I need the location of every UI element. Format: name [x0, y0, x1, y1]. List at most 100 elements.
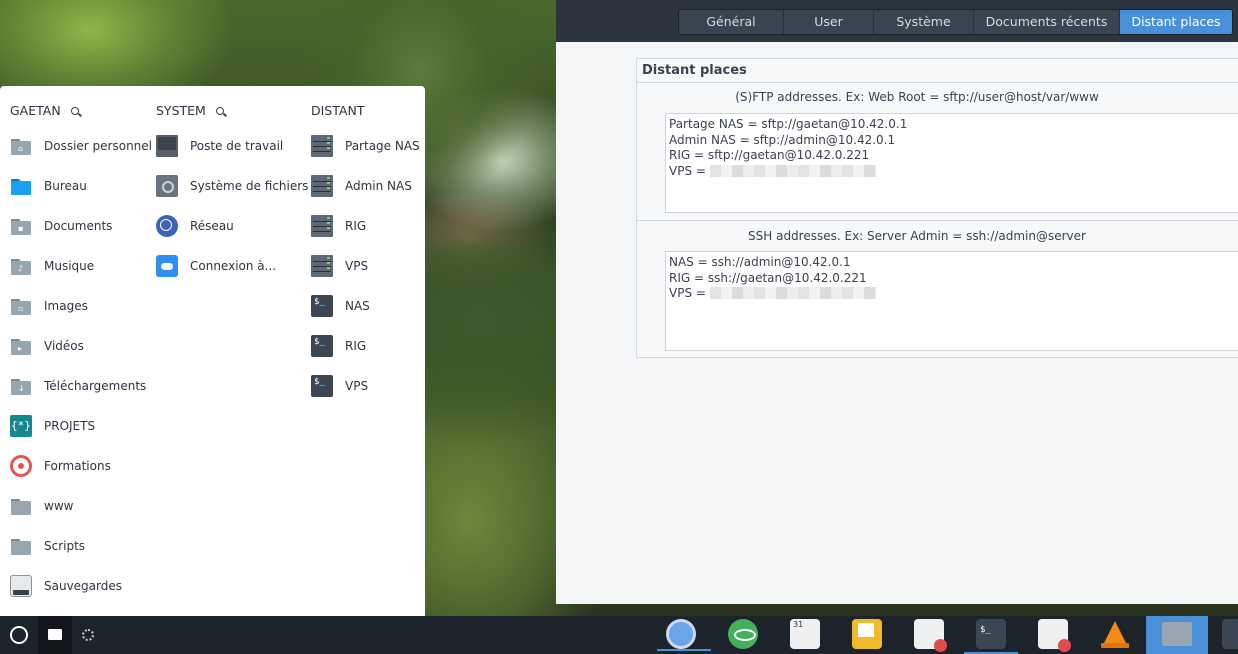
mail-icon[interactable]	[852, 619, 882, 649]
launcher-item-label: Documents	[44, 219, 113, 233]
launcher-item-reseau[interactable]: Réseau	[156, 214, 234, 238]
launcher-item-rig-ssh[interactable]: $_ RIG	[311, 334, 366, 358]
launcher-item-partage-nas[interactable]: Partage NAS	[311, 134, 420, 158]
launcher-item-label: Bureau	[44, 179, 87, 193]
launcher-item-label: Admin NAS	[345, 179, 412, 193]
terminal-icon[interactable]	[1222, 619, 1238, 649]
harddisk-icon	[156, 175, 178, 197]
launcher-item-sauvegardes[interactable]: Sauvegardes	[10, 574, 122, 598]
terminal-icon[interactable]: $_	[964, 619, 1018, 654]
documents-folder-icon: ▪	[10, 215, 32, 237]
folder-icon	[10, 535, 32, 557]
text-editor-icon[interactable]	[1038, 619, 1071, 652]
home-folder-icon: ⌂	[10, 135, 32, 157]
terminal-icon: $_	[311, 335, 333, 357]
ssh-textarea[interactable]: NAS = ssh://admin@10.42.0.1 RIG = ssh://…	[665, 251, 1238, 351]
launcher-item-musique[interactable]: ♪ Musique	[10, 254, 94, 278]
text-editor-icon[interactable]	[914, 619, 947, 652]
tab-general[interactable]: Général	[679, 10, 784, 34]
tab-distant-places[interactable]: Distant places	[1120, 10, 1232, 34]
settings-tabbar: Général User Système Documents récents D…	[678, 9, 1233, 35]
launcher-item-label: Musique	[44, 259, 95, 273]
sftp-label: (S)FTP addresses. Ex: Web Root = sftp://…	[735, 90, 1099, 104]
launcher-item-label: Sauvegardes	[44, 579, 123, 593]
calendar-icon[interactable]: 31	[790, 619, 820, 649]
sftp-line: Partage NAS = sftp://gaetan@10.42.0.1	[669, 117, 908, 131]
launcher-item-rig-sftp[interactable]: RIG	[311, 214, 366, 238]
network-globe-icon	[156, 215, 178, 237]
launcher-item-label: www	[44, 499, 74, 513]
launcher-item-www[interactable]: www	[10, 494, 73, 518]
launcher-item-label: Réseau	[190, 219, 234, 233]
launcher-item-label: Formations	[44, 459, 111, 473]
launcher-item-label: Poste de travail	[190, 139, 284, 153]
sftp-line: RIG = sftp://gaetan@10.42.0.221	[669, 148, 870, 162]
launcher-item-vps-ssh[interactable]: $_ VPS	[311, 374, 368, 398]
files-launcher-button[interactable]	[38, 616, 72, 654]
server-icon	[311, 175, 333, 197]
launcher-item-dossier-personnel[interactable]: ⌂ Dossier personnel	[10, 134, 152, 158]
launcher-item-videos[interactable]: ▸ Vidéos	[10, 334, 84, 358]
launcher-item-vps-sftp[interactable]: VPS	[311, 254, 368, 278]
computer-icon	[156, 135, 178, 157]
distant-places-frame: Distant places (S)FTP addresses. Ex: Web…	[636, 58, 1238, 358]
launcher-item-label: Vidéos	[44, 339, 84, 353]
file-manager-icon[interactable]	[1162, 622, 1192, 646]
chromium-icon[interactable]	[657, 619, 711, 651]
redacted-address	[709, 164, 876, 177]
launcher-item-images[interactable]: ▫ Images	[10, 294, 88, 318]
terminal-icon: $_	[311, 375, 333, 397]
launcher-item-label: Partage NAS	[345, 139, 420, 153]
column-heading-distant: DISTANT	[311, 103, 364, 118]
tab-user[interactable]: User	[784, 10, 874, 34]
music-folder-icon: ♪	[10, 255, 32, 277]
launcher-item-label: NAS	[345, 299, 370, 313]
tab-documents-recents[interactable]: Documents récents	[974, 10, 1120, 34]
cloud-icon	[156, 255, 178, 277]
launcher-item-label: Téléchargements	[44, 379, 147, 393]
ssh-line-vps: VPS =	[669, 286, 1236, 302]
column-heading-label: GAETAN	[10, 103, 61, 118]
ssh-section: SSH addresses. Ex: Server Admin = ssh://…	[637, 220, 1238, 358]
launcher-item-bureau[interactable]: Bureau	[10, 174, 87, 198]
launcher-item-documents[interactable]: ▪ Documents	[10, 214, 112, 238]
search-icon[interactable]	[70, 106, 79, 115]
search-icon[interactable]	[215, 106, 224, 115]
atom-editor-icon[interactable]	[728, 619, 758, 649]
taskbar: 31 $_	[0, 616, 1238, 654]
launcher-item-projets[interactable]: {*} PROJETS	[10, 414, 95, 438]
launcher-item-poste-de-travail[interactable]: Poste de travail	[156, 134, 283, 158]
launcher-item-label: Système de fichiers	[190, 179, 309, 193]
launcher-item-label: VPS	[345, 379, 369, 393]
settings-header: Général User Système Documents récents D…	[556, 0, 1238, 42]
target-icon	[10, 455, 32, 477]
sftp-section: (S)FTP addresses. Ex: Web Root = sftp://…	[637, 82, 1238, 220]
launcher-item-label: Connexion à...	[190, 259, 277, 273]
sftp-textarea[interactable]: Partage NAS = sftp://gaetan@10.42.0.1 Ad…	[665, 113, 1238, 213]
column-heading-gaetan: GAETAN	[10, 103, 79, 118]
launcher-item-systeme-de-fichiers[interactable]: Système de fichiers	[156, 174, 308, 198]
desktop-folder-icon	[10, 175, 32, 197]
ssh-line: NAS = ssh://admin@10.42.0.1	[669, 255, 851, 269]
server-icon	[311, 255, 333, 277]
launcher-item-telechargements[interactable]: ↓ Téléchargements	[10, 374, 146, 398]
launcher-item-label: RIG	[345, 219, 367, 233]
column-heading-label: DISTANT	[311, 103, 365, 118]
downloads-folder-icon: ↓	[10, 375, 32, 397]
start-menu-button[interactable]	[10, 626, 28, 644]
vlc-icon[interactable]	[1100, 619, 1130, 649]
launcher-item-label: VPS	[345, 259, 369, 273]
tab-systeme[interactable]: Système	[874, 10, 974, 34]
redacted-address	[709, 287, 876, 299]
launcher-item-admin-nas[interactable]: Admin NAS	[311, 174, 412, 198]
ssh-line: RIG = ssh://gaetan@10.42.0.221	[669, 270, 867, 285]
launcher-item-connexion[interactable]: Connexion à...	[156, 254, 276, 278]
launcher-item-formations[interactable]: Formations	[10, 454, 111, 478]
launcher-item-scripts[interactable]: Scripts	[10, 534, 85, 558]
gear-icon[interactable]	[82, 629, 94, 641]
folder-icon	[10, 495, 32, 517]
terminal-icon: $_	[311, 295, 333, 317]
sftp-vps-label: VPS =	[669, 163, 710, 178]
launcher-item-nas-ssh[interactable]: $_ NAS	[311, 294, 370, 318]
pictures-folder-icon: ▫	[10, 295, 32, 317]
